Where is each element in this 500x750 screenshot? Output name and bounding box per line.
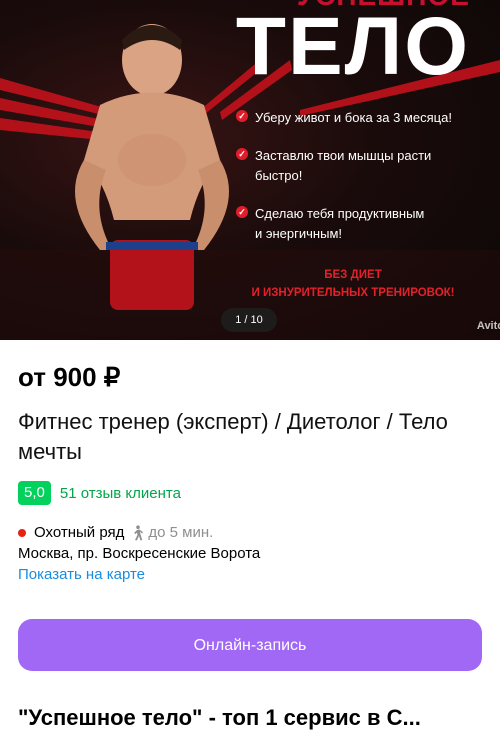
benefit-item: ✓ Сделаю тебя продуктивным и энергичным! [236,204,486,244]
metro-line-icon [18,528,26,537]
rating-badge: 5,0 [18,481,51,505]
photo-gallery[interactable]: УСПЕШНОЕ ТЕЛО ✓ Уберу живот и бока за 3 … [0,0,500,340]
metro-info: Охотный ряд до 5 мин. [18,524,482,541]
check-icon: ✓ [236,148,248,160]
price: от 900 ₽ [18,362,121,392]
check-icon: ✓ [236,110,248,122]
avito-watermark: Avito [476,320,500,332]
hero-title-main: ТЕЛО [235,1,470,92]
online-booking-button[interactable]: Онлайн-запись [18,619,482,671]
reviews-link[interactable]: 51 отзыв клиента [60,485,181,502]
address: Москва, пр. Воскресенские Ворота [18,545,261,562]
rating-row[interactable]: 5,0 51 отзыв клиента [18,481,482,505]
benefit-text: Заставлю твои мышцы расти быстро! [255,148,432,183]
show-on-map-link[interactable]: Показать на карте [18,566,482,583]
benefit-item: ✓ Уберу живот и бока за 3 месяца! [236,108,486,128]
benefit-list: ✓ Уберу живот и бока за 3 месяца! ✓ Заст… [236,108,486,262]
gallery-counter: 1 / 10 [221,308,277,332]
metro-station: Охотный ряд [34,524,125,541]
walking-icon [134,524,144,540]
description-heading: "Успешное тело" - топ 1 сервис в С... [18,705,421,730]
benefit-text: Уберу живот и бока за 3 месяца! [255,110,452,125]
walk-time: до 5 мин. [130,524,213,541]
promo-text: БЕЗ ДИЕТ И ИЗНУРИТЕЛЬНЫХ ТРЕНИРОВОК! [251,269,455,299]
benefit-item: ✓ Заставлю твои мышцы расти быстро! [236,146,486,186]
listing-title: Фитнес тренер (эксперт) / Диетолог / Тел… [18,409,448,464]
benefit-text: Сделаю тебя продуктивным и энергичным! [255,206,425,241]
listing-details: от 900 ₽ Фитнес тренер (эксперт) / Дието… [0,361,500,731]
hero-title: УСПЕШНОЕ ТЕЛО [235,0,470,92]
check-icon: ✓ [236,206,248,218]
